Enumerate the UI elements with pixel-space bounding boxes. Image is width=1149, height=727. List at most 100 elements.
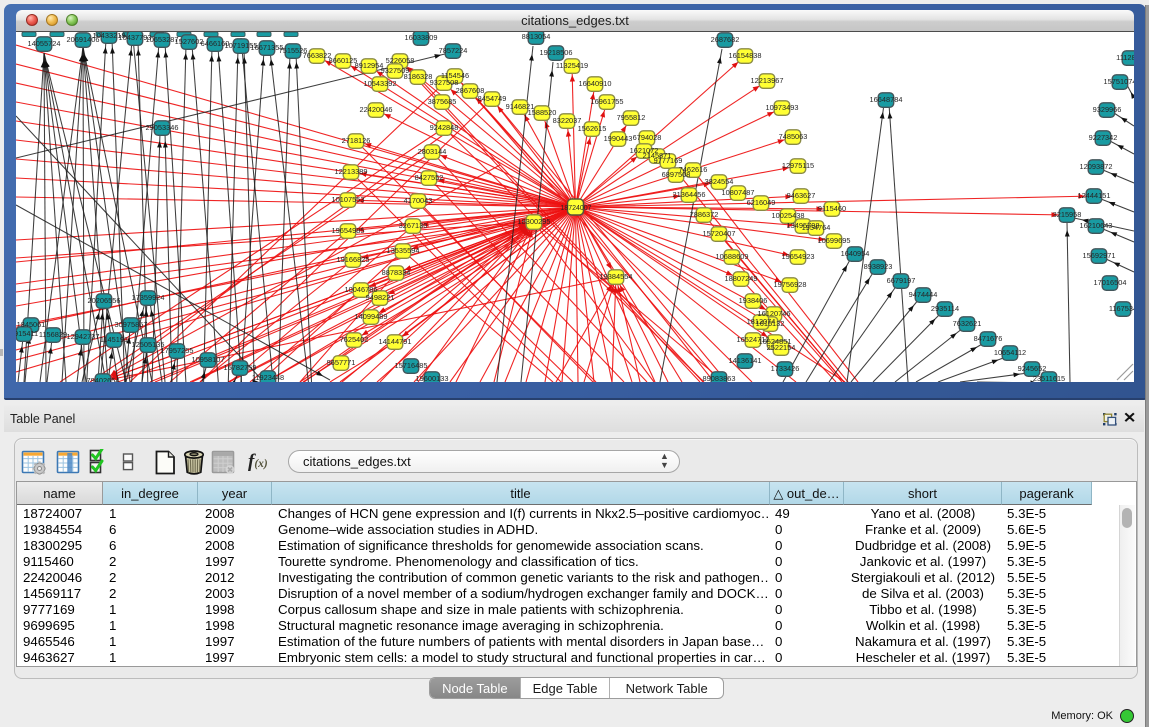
svg-text:14099489: 14099489: [355, 312, 388, 321]
svg-text:10958107: 10958107: [192, 355, 225, 364]
svg-text:2803144: 2803144: [418, 147, 447, 156]
svg-text:1954764: 1954764: [802, 223, 831, 232]
svg-text:9329966: 9329966: [1093, 105, 1122, 114]
svg-text:9115460: 9115460: [818, 204, 846, 213]
svg-text:16648784: 16648784: [870, 95, 903, 104]
svg-text:7485063: 7485063: [779, 132, 808, 141]
svg-text:79402654: 79402654: [87, 376, 120, 382]
svg-text:16033809: 16033809: [405, 33, 438, 42]
svg-text:16210643: 16210643: [1080, 221, 1113, 230]
svg-text:3267130: 3267130: [399, 221, 428, 230]
svg-text:6897508: 6897508: [662, 170, 691, 179]
svg-text:2522154: 2522154: [767, 343, 796, 352]
svg-text:10654112: 10654112: [994, 348, 1026, 357]
svg-text:12093872: 12093872: [1080, 162, 1113, 171]
svg-text:12213967: 12213967: [751, 76, 784, 85]
svg-text:11325419: 11325419: [556, 61, 588, 70]
svg-text:9245652: 9245652: [1018, 364, 1047, 373]
svg-text:1154546: 1154546: [441, 71, 469, 80]
svg-text:8813054: 8813054: [522, 32, 551, 41]
svg-text:7955812: 7955812: [617, 113, 646, 122]
svg-text:19166825: 19166825: [337, 255, 370, 264]
svg-text:6794028: 6794028: [633, 133, 662, 142]
svg-text:9227342: 9227342: [1089, 133, 1118, 142]
svg-text:10543392: 10543392: [364, 79, 397, 88]
svg-text:19600133: 19600133: [416, 374, 449, 382]
svg-text:19654985: 19654985: [332, 226, 365, 235]
svg-text:1145191: 1145191: [100, 335, 128, 344]
svg-text:1562615: 1562615: [578, 124, 607, 133]
svg-text:9463627: 9463627: [787, 191, 816, 200]
svg-text:12505135: 12505135: [132, 340, 165, 349]
svg-text:14055724: 14055724: [28, 39, 61, 48]
svg-text:1156829: 1156829: [39, 330, 67, 339]
svg-text:23511615: 23511615: [1033, 374, 1065, 382]
svg-text:3824554: 3824554: [705, 177, 734, 186]
svg-text:14144791: 14144791: [379, 337, 412, 346]
svg-text:89083863: 89083863: [703, 374, 736, 382]
svg-text:8454749: 8454749: [478, 94, 507, 103]
svg-text:8938923: 8938923: [864, 262, 893, 271]
svg-text:17016504: 17016504: [1094, 278, 1127, 287]
svg-text:11923448: 11923448: [252, 373, 284, 382]
svg-text:22420046: 22420046: [360, 105, 393, 114]
svg-text:2718126: 2718126: [342, 136, 371, 145]
svg-text:3215958: 3215958: [1053, 210, 1082, 219]
svg-text:15692971: 15692971: [1083, 251, 1116, 260]
svg-text:2935114: 2935114: [931, 304, 959, 313]
svg-text:2687682: 2687682: [711, 35, 740, 44]
svg-text:1845061: 1845061: [17, 320, 46, 329]
svg-text:19654923: 19654923: [782, 252, 815, 261]
svg-text:8471676: 8471676: [974, 334, 1003, 343]
svg-text:8878334: 8878334: [382, 268, 411, 277]
svg-text:19218506: 19218506: [540, 48, 573, 57]
svg-text:8186328: 8186328: [404, 72, 433, 81]
svg-text:7857224: 7857224: [439, 46, 468, 55]
svg-text:1812074: 1812074: [747, 317, 776, 326]
svg-text:15720407: 15720407: [703, 229, 736, 238]
svg-text:1527602: 1527602: [175, 37, 204, 46]
svg-text:6679197: 6679197: [887, 276, 916, 285]
svg-text:9777169: 9777169: [654, 156, 683, 165]
svg-text:9474444: 9474444: [909, 290, 938, 299]
svg-text:10688609: 10688609: [716, 252, 749, 261]
svg-text:12975115: 12975115: [782, 161, 814, 170]
svg-text:8427552: 8427552: [415, 173, 444, 182]
svg-text:29053346: 29053346: [146, 123, 179, 132]
svg-text:6216049: 6216049: [747, 198, 776, 207]
svg-text:16154838: 16154838: [729, 51, 762, 60]
svg-text:16640910: 16640910: [579, 79, 612, 88]
svg-text:15751074: 15751074: [1104, 77, 1134, 86]
svg-text:12213389: 12213389: [335, 167, 368, 176]
svg-text:7663822: 7663822: [303, 51, 332, 60]
svg-text:9242848: 9242848: [430, 123, 459, 132]
svg-text:1167534: 1167534: [1109, 304, 1134, 313]
svg-text:15716485: 15716485: [395, 361, 428, 370]
svg-text:8912954: 8912954: [355, 61, 384, 70]
svg-text:9498221: 9498221: [366, 293, 395, 302]
svg-text:4170043: 4170043: [404, 196, 433, 205]
svg-text:16782759: 16782759: [224, 363, 257, 372]
svg-text:20206556: 20206556: [88, 296, 121, 305]
svg-text:10025438: 10025438: [772, 211, 805, 220]
svg-text:3875685: 3875685: [428, 97, 457, 106]
svg-text:10807487: 10807487: [722, 188, 755, 197]
svg-text:7632621: 7632621: [953, 319, 982, 328]
svg-text:17359924: 17359924: [132, 293, 165, 302]
svg-text:5226058: 5226058: [386, 56, 415, 65]
svg-text:19756928: 19756928: [774, 280, 807, 289]
svg-text:1640954: 1640954: [841, 249, 870, 258]
svg-text:18807249: 18807249: [725, 274, 758, 283]
svg-text:16961755: 16961755: [591, 97, 624, 106]
svg-text:1733426: 1733426: [771, 364, 800, 373]
svg-text:17957255: 17957255: [161, 346, 194, 355]
svg-text:9657771: 9657771: [327, 358, 356, 367]
svg-text:21364456: 21364456: [673, 190, 706, 199]
svg-text:8660125: 8660125: [329, 56, 358, 65]
svg-text:1990443: 1990443: [604, 134, 633, 143]
svg-text:10107553: 10107553: [332, 195, 365, 204]
svg-text:18300295: 18300295: [518, 217, 551, 226]
svg-text:10973493: 10973493: [766, 103, 799, 112]
svg-text:18724007: 18724007: [560, 205, 591, 212]
svg-text:16524712: 16524712: [737, 335, 770, 344]
